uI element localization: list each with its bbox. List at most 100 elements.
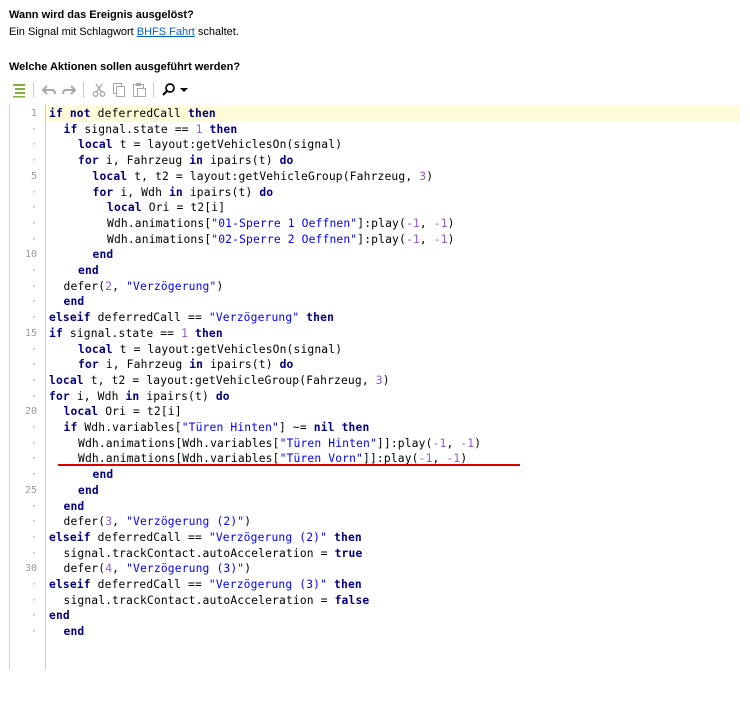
code-line[interactable]: signal.trackContact.autoAcceleration = f…	[46, 593, 370, 609]
code-line-text: if Wdh.variables["Türen Hinten"] ~= nil …	[46, 421, 370, 434]
code-line[interactable]: local Ori = t2[i]	[46, 200, 225, 216]
code-token: -1	[433, 232, 448, 246]
line-number: ·	[30, 453, 37, 465]
code-token: do	[279, 358, 294, 372]
line-number: ·	[30, 500, 37, 512]
code-line-text: Wdh.animations[Wdh.variables["Türen Hint…	[46, 437, 481, 450]
line-number: ·	[30, 202, 37, 214]
code-token: defer(	[63, 515, 106, 529]
code-token: ]]:play(	[376, 436, 433, 450]
code-line[interactable]: end	[46, 294, 85, 310]
code-token: Ori = t2[i]	[148, 201, 226, 215]
code-line-text: defer(4, "Verzögerung (3)")	[46, 562, 252, 576]
code-line[interactable]: defer(3, "Verzögerung (2)")	[46, 514, 252, 530]
code-line[interactable]: end	[46, 483, 99, 499]
code-token: elseif	[49, 578, 98, 591]
code-token: -1	[460, 436, 475, 450]
code-line-text: elseif deferredCall == "Verzögerung" the…	[46, 311, 334, 324]
code-token: local	[107, 201, 149, 215]
code-token: defer(	[63, 562, 106, 576]
code-token: local	[92, 169, 135, 183]
undo-icon[interactable]	[41, 82, 57, 98]
code-line[interactable]: for i, Wdh in ipairs(t) do	[46, 389, 230, 405]
cut-icon[interactable]	[91, 82, 107, 98]
line-number: ·	[30, 343, 37, 355]
code-token: local	[49, 373, 91, 387]
code-token: ,	[112, 515, 127, 529]
line-number: 5	[30, 170, 37, 182]
code-token: if	[49, 326, 70, 340]
code-token: ipairs(t)	[189, 185, 260, 199]
code-line[interactable]: Wdh.animations[Wdh.variables["Türen Hint…	[46, 436, 481, 452]
code-token: in	[125, 389, 147, 403]
code-line-text: for i, Wdh in ipairs(t) do	[46, 185, 274, 199]
line-number: ·	[30, 579, 37, 590]
code-line[interactable]: end	[46, 263, 99, 279]
line-number: 10	[24, 249, 37, 261]
code-token: then	[327, 578, 362, 591]
code-line[interactable]: defer(2, "Verzögerung")	[46, 279, 224, 295]
code-line[interactable]: local t = layout:getVehiclesOn(signal)	[46, 137, 342, 153]
code-line[interactable]: Wdh.animations["02-Sperre 2 Oeffnen"]:pl…	[46, 232, 455, 248]
code-line[interactable]: end	[46, 467, 114, 483]
code-line[interactable]: elseif deferredCall == "Verzögerung" the…	[46, 310, 334, 326]
code-line[interactable]: Wdh.animations["01-Sperre 1 Oeffnen"]:pl…	[46, 216, 455, 232]
code-line[interactable]: if Wdh.variables["Türen Hinten"] ~= nil …	[46, 420, 370, 436]
paste-icon[interactable]	[131, 82, 147, 98]
list-icon[interactable]	[11, 82, 27, 98]
code-line-text: signal.trackContact.autoAcceleration = f…	[46, 594, 370, 607]
code-line[interactable]: elseif deferredCall == "Verzögerung (2)"…	[46, 530, 362, 546]
code-line[interactable]: end	[46, 499, 85, 515]
code-token: t = layout:getVehiclesOn(signal)	[119, 138, 343, 152]
code-token: )	[447, 232, 455, 246]
code-editor[interactable]: 1 · · · 5 · · · · 10 · · · · 15 · · · · 20 · · · · 25 · · · · 30 · · · · …	[9, 104, 740, 670]
code-line[interactable]: if not deferredCall then	[46, 106, 740, 122]
code-area[interactable]: if not deferredCall then if signal.state …	[46, 104, 740, 670]
code-line[interactable]: end	[46, 608, 70, 624]
code-token: end	[92, 248, 114, 262]
line-number: ·	[30, 280, 37, 292]
code-line[interactable]: defer(4, "Verzögerung (3)")	[46, 561, 252, 577]
code-token: do	[259, 185, 274, 199]
code-token: )	[447, 216, 455, 230]
code-line[interactable]: elseif deferredCall == "Verzögerung (3)"…	[46, 577, 362, 593]
code-token: end	[63, 295, 85, 309]
code-line-text: end	[46, 625, 85, 638]
code-token: in	[189, 358, 211, 372]
tag-link[interactable]: BHFS Fahrt	[137, 26, 195, 38]
code-token: "Türen Hinten"	[279, 436, 377, 450]
code-token: t, t2 = layout:getVehicleGroup(Fahrzeug,	[134, 169, 420, 183]
line-number: ·	[30, 547, 37, 559]
code-line[interactable]: local t, t2 = layout:getVehicleGroup(Fah…	[46, 373, 390, 389]
code-token: do	[279, 154, 294, 168]
code-token: "Verzögerung (2)"	[208, 530, 328, 544]
code-line[interactable]: for i, Wdh in ipairs(t) do	[46, 185, 274, 201]
code-token: )	[426, 169, 434, 183]
code-line[interactable]: if signal.state == 1 then	[46, 122, 238, 138]
trigger-heading: Wann wird das Ereignis ausgelöst?	[9, 9, 194, 21]
code-token: "Verzögerung"	[208, 311, 300, 325]
code-line[interactable]: end	[46, 624, 85, 640]
code-line[interactable]: for i, Fahrzeug in ipairs(t) do	[46, 153, 294, 169]
dropdown-arrow-icon[interactable]	[179, 82, 195, 98]
code-token: ] ~=	[279, 421, 314, 434]
code-line-text: elseif deferredCall == "Verzögerung (2)"…	[46, 531, 362, 544]
code-line[interactable]: local t, t2 = layout:getVehicleGroup(Fah…	[46, 169, 433, 185]
search-icon[interactable]	[161, 82, 177, 98]
copy-icon[interactable]	[111, 82, 127, 98]
code-line[interactable]: signal.trackContact.autoAcceleration = t…	[46, 546, 363, 562]
line-number: ·	[30, 531, 37, 543]
code-token: end	[78, 264, 99, 277]
code-token: ,	[112, 279, 127, 293]
redo-icon[interactable]	[61, 82, 77, 98]
code-line[interactable]: for i, Fahrzeug in ipairs(t) do	[46, 357, 294, 373]
code-line[interactable]: if signal.state == 1 then	[46, 326, 223, 342]
code-token: for	[78, 154, 106, 168]
code-line[interactable]: local Ori = t2[i]	[46, 404, 182, 420]
code-token: 1	[195, 122, 203, 136]
code-line[interactable]: local t = layout:getVehiclesOn(signal)	[46, 342, 342, 358]
code-line[interactable]: end	[46, 247, 114, 263]
code-token: deferredCall	[97, 107, 189, 120]
code-line-text: local Ori = t2[i]	[46, 405, 182, 418]
code-token: -1	[405, 216, 420, 230]
